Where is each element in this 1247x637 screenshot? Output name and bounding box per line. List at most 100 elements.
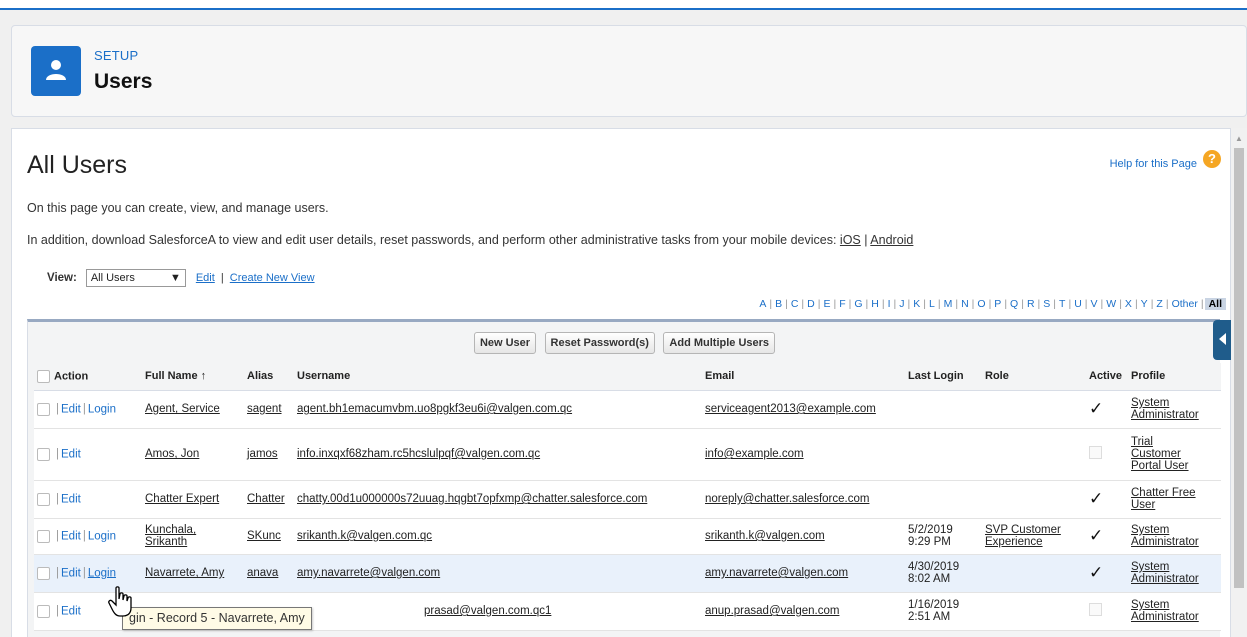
- alphabet-filter-q[interactable]: Q: [1008, 298, 1020, 310]
- login-link[interactable]: Login: [88, 530, 116, 542]
- alphabet-filter-z[interactable]: Z: [1154, 298, 1164, 310]
- username-link[interactable]: prasad@valgen.com.qc1: [424, 605, 551, 617]
- username-link[interactable]: info.inxqxf68zham.rc5hcslulpqf@valgen.co…: [297, 448, 540, 460]
- alias-link[interactable]: SKunc: [247, 530, 281, 542]
- email-link[interactable]: amy.navarrete@valgen.com: [705, 567, 848, 579]
- alphabet-filter-w[interactable]: W: [1104, 298, 1118, 310]
- row-checkbox[interactable]: [37, 529, 50, 543]
- active-check-icon: ✓: [1089, 526, 1104, 545]
- email-link[interactable]: info@example.com: [705, 448, 804, 460]
- help-link[interactable]: Help for this Page: [1110, 158, 1197, 170]
- role-link[interactable]: SVP Customer Experience: [985, 524, 1061, 548]
- link-separator: |: [864, 233, 868, 247]
- alphabet-filter-g[interactable]: G: [852, 298, 864, 310]
- new-user-button[interactable]: New User: [473, 332, 537, 354]
- user-name-link[interactable]: Chatter Expert: [145, 493, 219, 505]
- edit-link[interactable]: Edit: [61, 530, 81, 542]
- column-active[interactable]: Active: [1086, 363, 1128, 391]
- edit-view-link[interactable]: Edit: [196, 272, 215, 284]
- row-checkbox[interactable]: [37, 402, 50, 416]
- alphabet-filter-s[interactable]: S: [1041, 298, 1052, 310]
- column-role[interactable]: Role: [982, 363, 1086, 391]
- alias-link[interactable]: sagent: [247, 403, 282, 415]
- profile-link[interactable]: System Administrator: [1131, 561, 1199, 585]
- username-link[interactable]: amy.navarrete@valgen.com: [297, 567, 440, 579]
- email-link[interactable]: serviceagent2013@example.com: [705, 403, 876, 415]
- scrollbar-thumb[interactable]: [1234, 148, 1244, 588]
- android-link[interactable]: Android: [870, 233, 913, 247]
- alphabet-filter-m[interactable]: M: [942, 298, 955, 310]
- alphabet-filter-n[interactable]: N: [959, 298, 971, 310]
- alias-link[interactable]: jamos: [247, 448, 278, 460]
- column-last-login[interactable]: Last Login: [905, 363, 982, 391]
- edit-link[interactable]: Edit: [61, 448, 81, 460]
- alphabet-filter-a[interactable]: A: [757, 298, 768, 310]
- user-name-link[interactable]: Kunchala, Srikanth: [145, 524, 196, 548]
- edit-link[interactable]: Edit: [61, 605, 81, 617]
- edit-link[interactable]: Edit: [61, 403, 81, 415]
- row-checkbox[interactable]: [37, 492, 50, 506]
- alphabet-filter-v[interactable]: V: [1089, 298, 1100, 310]
- row-checkbox[interactable]: [37, 447, 50, 461]
- user-name-link[interactable]: Amos, Jon: [145, 448, 199, 460]
- create-view-link[interactable]: Create New View: [230, 272, 315, 284]
- alphabet-filter-p[interactable]: P: [992, 298, 1003, 310]
- inactive-checkbox: [1089, 446, 1102, 459]
- email-link[interactable]: noreply@chatter.salesforce.com: [705, 493, 869, 505]
- email-link[interactable]: anup.prasad@valgen.com: [705, 605, 839, 617]
- edit-link[interactable]: Edit: [61, 567, 81, 579]
- alias-link[interactable]: Chatter: [247, 493, 285, 505]
- alphabet-filter-o[interactable]: O: [975, 298, 987, 310]
- alphabet-filter-e[interactable]: E: [821, 298, 832, 310]
- column-email[interactable]: Email: [702, 363, 905, 391]
- alphabet-filter-t[interactable]: T: [1057, 298, 1067, 310]
- alphabet-filter-i[interactable]: I: [886, 298, 893, 310]
- edit-link[interactable]: Edit: [61, 493, 81, 505]
- vertical-scrollbar[interactable]: ▲: [1231, 128, 1247, 637]
- alphabet-filter-l[interactable]: L: [927, 298, 937, 310]
- alphabet-filter-r[interactable]: R: [1025, 298, 1037, 310]
- alphabet-filter-j[interactable]: J: [897, 298, 906, 310]
- select-all-checkbox[interactable]: [37, 369, 50, 383]
- profile-link[interactable]: System Administrator: [1131, 599, 1199, 623]
- list-title: All Users: [27, 151, 128, 179]
- username-link[interactable]: agent.bh1emacumvbm.uo8pgkf3eu6i@valgen.c…: [297, 403, 572, 415]
- user-name-link[interactable]: Navarrete, Amy: [145, 567, 224, 579]
- alphabet-filter-f[interactable]: F: [837, 298, 847, 310]
- alphabet-filter-d[interactable]: D: [805, 298, 817, 310]
- column-alias[interactable]: Alias: [244, 363, 294, 391]
- help-icon[interactable]: ?: [1203, 150, 1221, 168]
- row-checkbox[interactable]: [37, 604, 50, 618]
- username-link[interactable]: chatty.00d1u000000s72uuag.hqgbt7opfxmp@c…: [297, 493, 647, 505]
- alphabet-filter-x[interactable]: X: [1123, 298, 1134, 310]
- alphabet-filter-other[interactable]: Other: [1170, 298, 1200, 310]
- add-multiple-users-button[interactable]: Add Multiple Users: [663, 332, 776, 354]
- profile-link[interactable]: Chatter Free User: [1131, 487, 1196, 511]
- alphabet-filter-c[interactable]: C: [789, 298, 801, 310]
- view-select[interactable]: All Users ▼: [85, 269, 186, 287]
- profile-link[interactable]: System Administrator: [1131, 397, 1199, 421]
- profile-link[interactable]: System Administrator: [1131, 524, 1199, 548]
- alphabet-filter-h[interactable]: H: [869, 298, 881, 310]
- column-profile[interactable]: Profile: [1128, 363, 1221, 391]
- alphabet-filter-b[interactable]: B: [773, 298, 784, 310]
- row-checkbox[interactable]: [37, 566, 50, 580]
- alphabet-filter-u[interactable]: U: [1072, 298, 1084, 310]
- alias-link[interactable]: anava: [247, 567, 278, 579]
- alphabet-filter-k[interactable]: K: [911, 298, 922, 310]
- user-name-link[interactable]: Agent, Service: [145, 403, 220, 415]
- login-link[interactable]: Login: [88, 403, 116, 415]
- reset-password-button[interactable]: Reset Password(s): [544, 332, 655, 354]
- column-username[interactable]: Username: [294, 363, 702, 391]
- alphabet-filter-y[interactable]: Y: [1139, 298, 1150, 310]
- username-link[interactable]: srikanth.k@valgen.com.qc: [297, 530, 432, 542]
- column-full-name[interactable]: Full Name ↑: [142, 363, 244, 391]
- alphabet-filter-all[interactable]: All: [1204, 298, 1226, 310]
- email-link[interactable]: srikanth.k@valgen.com: [705, 530, 825, 542]
- profile-link[interactable]: Trial Customer Portal User: [1131, 436, 1189, 472]
- login-link[interactable]: Login: [88, 567, 116, 579]
- scroll-up-arrow-icon[interactable]: ▲: [1235, 134, 1243, 143]
- page-header: SETUP Users: [11, 25, 1247, 117]
- view-selector-row: View: All Users ▼ Edit | Create New View: [47, 269, 315, 287]
- ios-link[interactable]: iOS: [840, 233, 861, 247]
